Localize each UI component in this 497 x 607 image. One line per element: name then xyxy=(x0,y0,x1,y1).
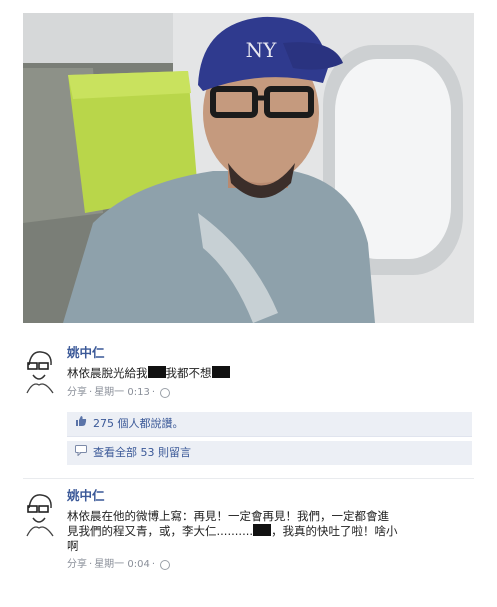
likes-count-link[interactable]: 275 個人都說讚。 xyxy=(93,417,184,430)
globe-icon xyxy=(160,387,171,398)
post-divider xyxy=(23,478,474,479)
message-text-2: 我都不想 xyxy=(165,366,212,380)
post-message: 林依晨脫光給我 我都不想 xyxy=(67,366,474,381)
post-timestamp[interactable]: 星期一 0:13 xyxy=(94,387,150,398)
redaction-block xyxy=(253,524,272,536)
post-author-link[interactable]: 姚中仁 xyxy=(67,345,474,360)
post-photo[interactable]: NY xyxy=(23,13,474,323)
comment-bubble-icon xyxy=(75,441,87,465)
post-timestamp[interactable]: 星期一 0:04 xyxy=(94,559,150,570)
likes-bar: 275 個人都說讚。 xyxy=(67,412,472,437)
message-line-1: 林依晨在他的微博上寫：再見！一定會再見！我們，一定都會進 xyxy=(67,509,389,523)
photo-illustration: NY xyxy=(23,13,474,323)
view-all-comments-link[interactable]: 查看全部 53 則留言 xyxy=(93,446,191,459)
globe-icon xyxy=(160,559,171,570)
share-link[interactable]: 分享 xyxy=(67,559,87,570)
sketch-avatar-icon[interactable] xyxy=(23,349,56,395)
message-line-3: ，我真的快吐了啦！啥小 xyxy=(271,524,398,538)
comments-bar: 查看全部 53 則留言 xyxy=(67,441,472,465)
redaction-block xyxy=(147,366,166,378)
sketch-avatar-icon[interactable] xyxy=(23,492,56,538)
svg-text:NY: NY xyxy=(246,38,278,62)
message-line-2: 見我們的程又青，或，李大仁.......... xyxy=(67,524,254,538)
post-meta: 分享 · 星期一 0:04 · xyxy=(67,558,474,572)
message-line-4: 啊 xyxy=(67,539,79,553)
post-author-link[interactable]: 姚中仁 xyxy=(67,488,474,503)
redaction-block xyxy=(211,366,230,378)
thumbs-up-icon[interactable] xyxy=(75,412,87,436)
post-message: 林依晨在他的微博上寫：再見！一定會再見！我們，一定都會進 見我們的程又青，或，李大… xyxy=(67,509,474,553)
share-link[interactable]: 分享 xyxy=(67,387,87,398)
post-meta: 分享 · 星期一 0:13 · xyxy=(67,386,474,400)
message-text-1: 林依晨脫光給我 xyxy=(67,366,148,380)
